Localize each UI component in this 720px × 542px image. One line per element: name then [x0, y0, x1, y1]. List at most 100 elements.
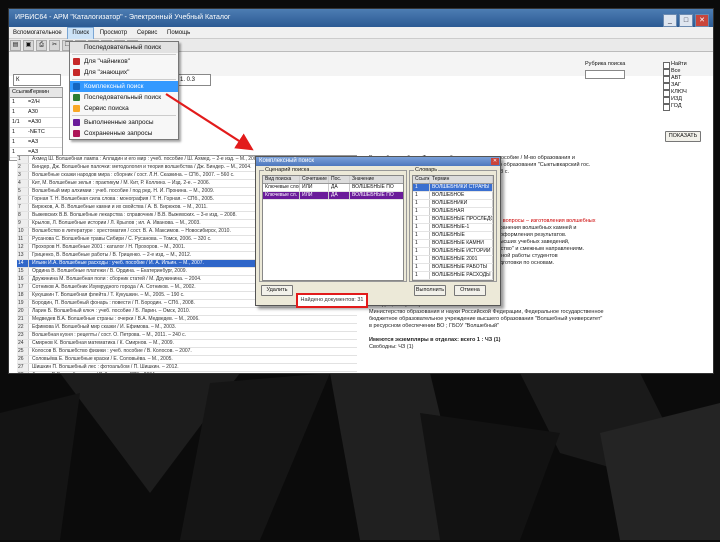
background-shards: [0, 373, 720, 540]
cut-icon[interactable]: ✂: [49, 40, 60, 51]
column-header[interactable]: Термин: [430, 176, 493, 183]
field-checkbox[interactable]: Все: [663, 68, 687, 76]
table-row[interactable]: 1 ВОЛШЕБНЫЕ ПРОСЛЕДС: [413, 216, 493, 224]
menu-item-service[interactable]: Вспомогательное: [9, 28, 66, 39]
table-cell: ВОЛШЕБНЫЕ-1: [430, 224, 493, 231]
table-row[interactable]: 22 Ефимова И. Волшебный мир сказки / И. Е…: [17, 324, 357, 332]
search-field-label: Рубрика поиска: [585, 61, 626, 67]
table-cell: ДА: [329, 184, 350, 191]
record-text: Кит, М. Волшебные зелья : практикум / М.…: [32, 180, 211, 186]
menu-item-label: Для "знающих": [84, 69, 130, 76]
menubar: Вспомогательное Поиск Просмотр Сервис По…: [9, 27, 713, 40]
table-row[interactable]: 1 ВОЛШЕБНЫЕ РАСХОДЫ: [413, 272, 493, 280]
table-row[interactable]: 1 ВОЛШЕБНЫЕ РАБОТЫ: [413, 264, 493, 272]
column-header[interactable]: Сочетание: [300, 176, 329, 183]
menu-item-tools[interactable]: Сервис: [133, 28, 162, 39]
table-row[interactable]: 1 ВОЛШЕБНЫЕ-1: [413, 224, 493, 232]
checkbox-label: АВТ: [671, 75, 682, 81]
open-icon[interactable]: ▤: [10, 40, 21, 51]
print-icon[interactable]: ⎙: [36, 40, 47, 51]
table-row[interactable]: Ключевые сл. ИЛИ ДА ВОЛШЕБНЫЕ ПО: [263, 192, 411, 200]
field-checkbox[interactable]: ГОД: [663, 103, 687, 111]
menu-item[interactable]: Выполненные запросы: [70, 117, 178, 128]
search-field-input[interactable]: [585, 70, 625, 79]
column-header[interactable]: Пос.: [329, 176, 350, 183]
table-cell: 1: [413, 264, 430, 271]
checkbox-box[interactable]: [663, 104, 670, 111]
minimize-button[interactable]: _: [663, 14, 677, 27]
menu-item[interactable]: Комплексный поиск: [70, 81, 178, 92]
cell-links: 1: [12, 99, 16, 105]
table-cell: ВОЛШЕБНЫЕ ИСТОРИИ: [430, 248, 493, 255]
table-row[interactable]: 1 АЗ0: [10, 108, 62, 118]
search-right-input[interactable]: 1. 0.3: [177, 74, 211, 86]
field-checkbox[interactable]: АВТ: [663, 75, 687, 83]
table-cell: ВОЛШЕБНЫЕ РАСХОДЫ: [430, 272, 493, 279]
show-button[interactable]: ПОКАЗАТЬ: [665, 131, 701, 142]
table-row[interactable]: 1 ВОЛШЕБНИКИ: [413, 200, 493, 208]
execute-button[interactable]: Выполнить: [414, 285, 446, 296]
dialog-close-icon[interactable]: ✕: [491, 158, 499, 165]
table-row[interactable]: 27 Шишкин П. Волшебный лес : фотоальбом /…: [17, 364, 357, 372]
cancel-button[interactable]: Отмена: [454, 285, 486, 296]
dialog-titlebar: Комплексный поиск ✕: [256, 157, 500, 166]
delete-button[interactable]: Удалить: [261, 285, 293, 296]
field-checkbox[interactable]: КЛЮЧ: [663, 89, 687, 97]
table-row[interactable]: 28Фомина Р. Волшебные сны / Р. Фомина. –…: [17, 372, 357, 373]
table-row[interactable]: 1 =АЗ: [10, 138, 62, 148]
maximize-button[interactable]: □: [679, 14, 693, 27]
close-button[interactable]: ✕: [695, 14, 709, 27]
table-row[interactable]: 1 ВОЛШЕБНОЕ: [413, 192, 493, 200]
menu-item[interactable]: Для "чайников": [70, 56, 178, 67]
checkbox-label: ИЗД: [671, 96, 682, 102]
column-header[interactable]: Ссылки: [413, 176, 430, 183]
column-header[interactable]: Вид поиска: [263, 176, 300, 183]
table-row[interactable]: 1ВОЛШЕБНЫЕ ПЛАТЕЖИ: [413, 280, 493, 281]
column-header[interactable]: Значение: [350, 176, 411, 183]
table-row[interactable]: 20 Ларин Б. Волшебный ключ : учеб. пособи…: [17, 308, 357, 316]
search-input[interactable]: К: [13, 74, 61, 86]
table-row[interactable]: 1 ВОЛШЕБНИКИ СТРАНЫ: [413, 184, 493, 192]
table-row[interactable]: 23 Волшебная кухня : рецепты / сост. О. П…: [17, 332, 357, 340]
cell-term: =АЗ0: [28, 119, 42, 125]
detail-line: бюджетное образовательное учреждение выс…: [369, 316, 603, 322]
column-header-term[interactable]: Термин: [28, 88, 49, 97]
record-text: Бирюков, А. В. Волшебные камни и их свой…: [32, 204, 208, 210]
table-row[interactable]: 1 ВОЛШЕБНЫЕ 2001: [413, 256, 493, 264]
menu-item-label: Последовательный поиск: [84, 94, 162, 101]
row-number: 3: [17, 172, 29, 179]
menu-item-help[interactable]: Помощь: [163, 28, 194, 39]
menu-item[interactable]: Последовательный поиск: [70, 92, 178, 103]
table-cell: 1: [413, 280, 430, 281]
row-number: 26: [17, 356, 29, 363]
record-text: Гриценко, В. Волшебные работы / В. Грице…: [32, 252, 192, 258]
row-number: 7: [17, 204, 29, 211]
column-header-links[interactable]: Ссылки: [10, 88, 31, 97]
menu-item[interactable]: Для "знающих": [70, 67, 178, 78]
table-row[interactable]: 24 Смирнов К. Волшебная математика / К. С…: [17, 340, 357, 348]
table-row[interactable]: 1 =2/H: [10, 98, 62, 108]
save-icon[interactable]: ▣: [23, 40, 34, 51]
table-row[interactable]: 26 Соловьёва Е. Волшебные краски / Е. Сол…: [17, 356, 357, 364]
menu-item-view[interactable]: Просмотр: [96, 28, 131, 39]
record-text: Ильин И.А. Волшебные расходы : учеб. пос…: [32, 260, 204, 266]
table-row[interactable]: 1 ВОЛШЕБНЫЕ КАМНИ: [413, 240, 493, 248]
table-row[interactable]: 1 ВОЛШЕБНЫЕ: [413, 232, 493, 240]
menu-item[interactable]: Сохраненные запросы: [70, 128, 178, 139]
table-row[interactable]: 1 ВОЛШЕБНЫЕ ИСТОРИИ: [413, 248, 493, 256]
field-checkbox[interactable]: ИЗД: [663, 96, 687, 104]
field-checkbox[interactable]: ЗАГ: [663, 82, 687, 90]
table-row[interactable]: 21 Медведев В.А. Волшебные страны : очерк…: [17, 316, 357, 324]
detail-line: Министерство образования и науки Российс…: [369, 309, 604, 315]
record-text: Кукушкин Т. Волшебная флейта / Т. Кукушк…: [32, 292, 185, 298]
record-text: Медведев В.А. Волшебные страны : очерки …: [32, 316, 200, 322]
table-row[interactable]: Ключевые словаИЛИДАВОЛШЕБНЫЕ ПО: [263, 184, 411, 192]
field-checkbox[interactable]: Найти: [663, 61, 687, 69]
table-row[interactable]: 1 -NETC: [10, 128, 62, 138]
menu-item[interactable]: Сервис поиска: [70, 103, 178, 114]
record-text: Ефимова И. Волшебный мир сказки / И. Ефи…: [32, 324, 177, 330]
table-row[interactable]: 1 ВОЛШЕБНАЯ: [413, 208, 493, 216]
table-row[interactable]: 1/1 =АЗ0: [10, 118, 62, 128]
table-row[interactable]: 25 Колосов В. Волшебство физики : учеб. п…: [17, 348, 357, 356]
dictionary-table-header: СсылкиТермин: [413, 176, 493, 184]
